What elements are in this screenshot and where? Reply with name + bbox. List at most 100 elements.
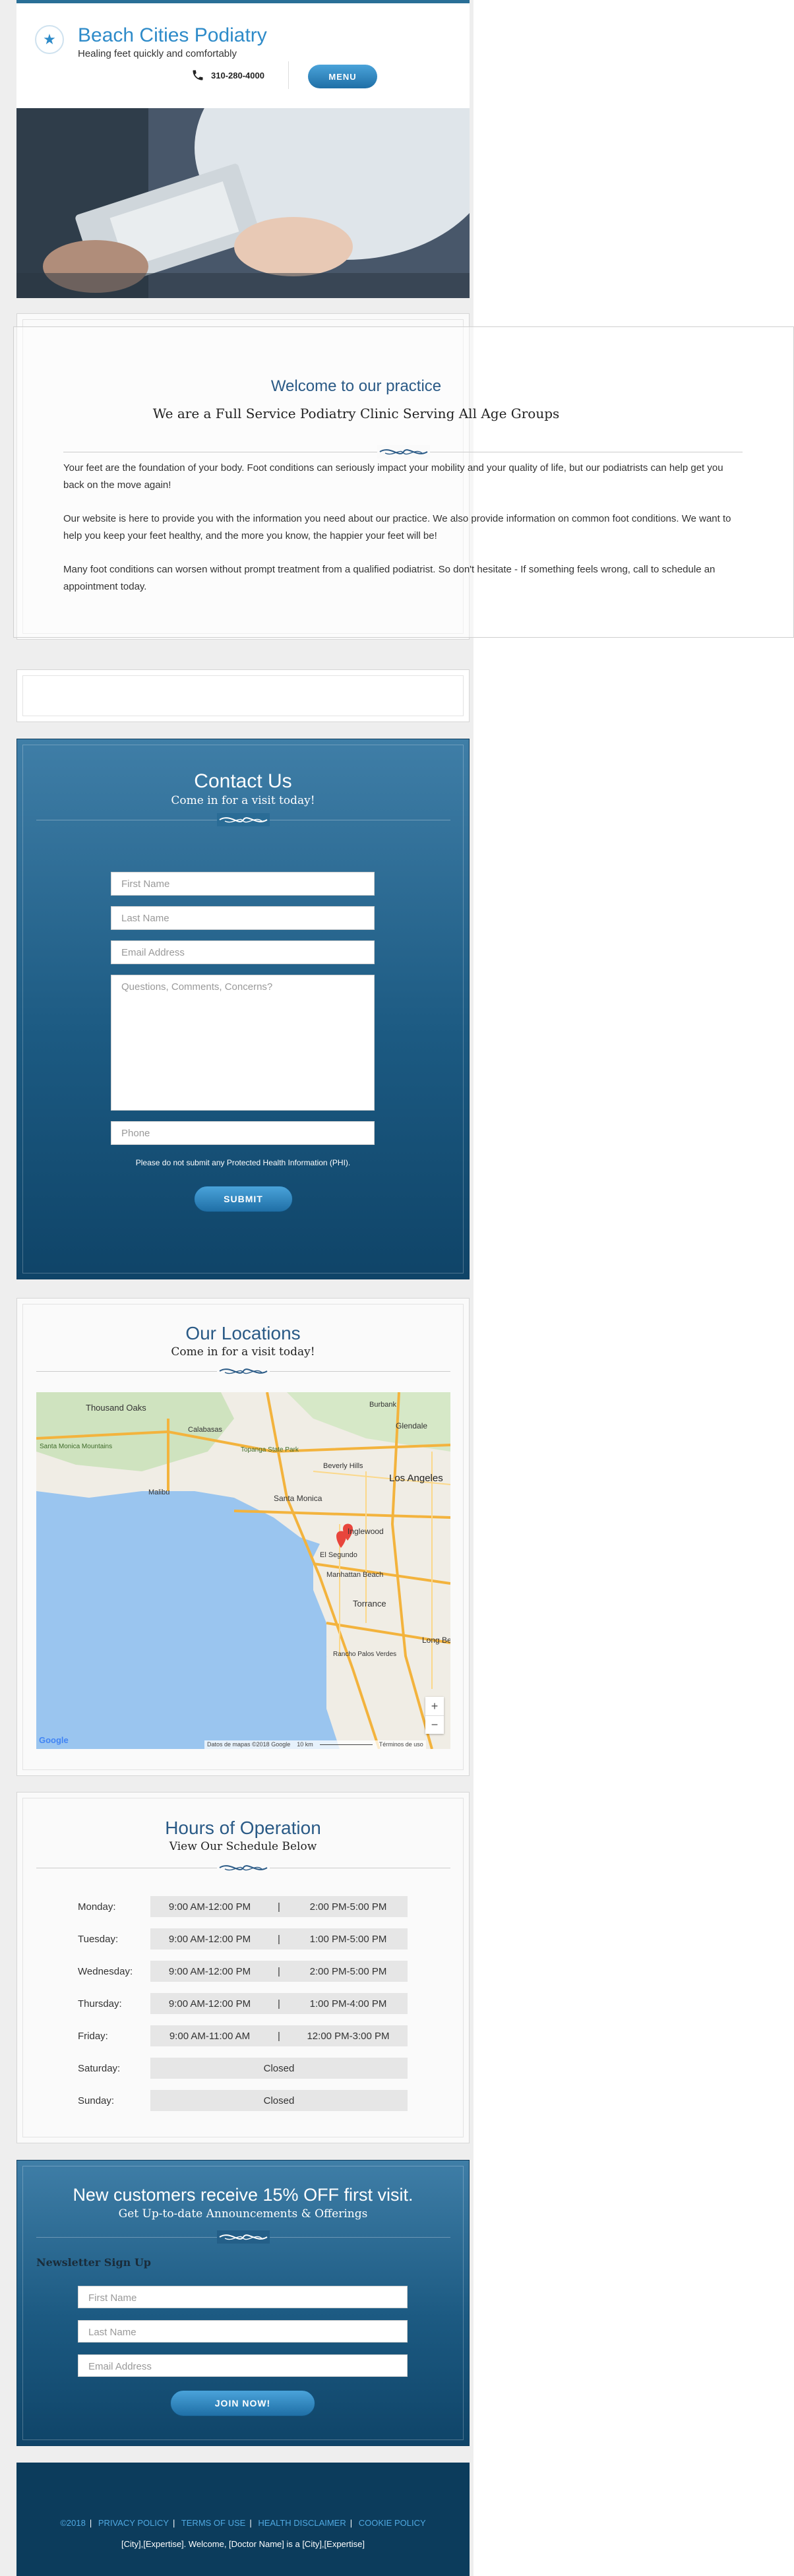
hours-am: 9:00 AM-12:00 PM — [168, 1965, 251, 1977]
site-title[interactable]: Beach Cities Podiatry — [78, 24, 267, 47]
newsletter-last-name-input[interactable]: Last Name — [78, 2320, 408, 2343]
hours-day: Monday: — [78, 1901, 116, 1913]
map-scale: 10 km — [297, 1741, 313, 1748]
phone-link[interactable]: 310-280-4000 — [191, 69, 264, 82]
map-label: El Segundo — [320, 1551, 357, 1559]
hours-day: Thursday: — [78, 1998, 122, 2009]
hours-am: 9:00 AM-12:00 PM — [168, 1901, 251, 1913]
hero-photo-illustration — [16, 108, 470, 298]
hours-separator: | — [278, 1901, 280, 1913]
location-map[interactable]: Thousand Oaks Calabasas Topanga State Pa… — [36, 1392, 450, 1749]
hours-pm: 1:00 PM-4:00 PM — [309, 1998, 387, 2009]
hours-pm: 2:00 PM-5:00 PM — [309, 1901, 387, 1913]
hours-day: Tuesday: — [78, 1934, 119, 1945]
welcome-paragraph-1: Your feet are the foundation of your bod… — [63, 462, 723, 491]
hours-pm: 2:00 PM-5:00 PM — [309, 1965, 387, 1977]
hours-row-thursday: 9:00 AM-12:00 PM | 1:00 PM-4:00 PM — [150, 1993, 408, 2014]
google-logo[interactable]: Google — [39, 1735, 69, 1745]
phi-notice: Please do not submit any Protected Healt… — [135, 1158, 351, 1167]
map-label: Rancho Palos Verdes — [333, 1651, 396, 1658]
hours-am: 9:00 AM-11:00 AM — [169, 2030, 251, 2042]
ornament-divider-icon — [217, 2230, 270, 2244]
map-label: Topanga State Park — [241, 1446, 299, 1454]
hours-separator: | — [278, 1998, 280, 2009]
map-attribution-bar: Datos de mapas ©2018 Google 10 km Términ… — [204, 1740, 426, 1749]
ornament-divider-icon — [377, 445, 430, 458]
last-name-input[interactable]: Last Name — [111, 906, 375, 930]
newsletter-first-name-input[interactable]: First Name — [78, 2286, 408, 2308]
map-label: Glendale — [396, 1421, 427, 1430]
locations-subtitle: Come in for a visit today! — [171, 1345, 315, 1359]
map-label: Manhattan Beach — [326, 1571, 383, 1579]
menu-button[interactable]: MENU — [308, 65, 377, 88]
map-zoom-controls: + − — [425, 1697, 444, 1734]
newsletter-label: Newsletter Sign Up — [36, 2256, 151, 2269]
zoom-in-button[interactable]: + — [425, 1697, 444, 1715]
hero-image — [16, 108, 470, 298]
first-name-input[interactable]: First Name — [111, 872, 375, 896]
locations-title: Our Locations — [185, 1323, 301, 1343]
map-label: Santa Monica — [274, 1494, 322, 1503]
hours-separator: | — [278, 2030, 280, 2042]
hours-row-wednesday: 9:00 AM-12:00 PM | 2:00 PM-5:00 PM — [150, 1961, 408, 1982]
join-now-button[interactable]: JOIN NOW! — [170, 2390, 315, 2416]
hours-day: Wednesday: — [78, 1966, 133, 1977]
phone-number[interactable]: 310-280-4000 — [211, 71, 264, 80]
hours-subtitle: View Our Schedule Below — [169, 1840, 317, 1853]
map-label: Torrance — [353, 1599, 386, 1609]
map-scale-bar — [319, 1740, 373, 1745]
map-label: Burbank — [369, 1401, 396, 1409]
hours-am: 9:00 AM-12:00 PM — [168, 1998, 251, 2009]
newsletter-title: New customers receive 15% OFF first visi… — [73, 2185, 413, 2205]
email-input[interactable]: Email Address — [111, 940, 375, 964]
footer-copyright: ©2018 — [60, 2518, 86, 2528]
newsletter-email-input[interactable]: Email Address — [78, 2354, 408, 2377]
welcome-title: Welcome to our practice — [270, 377, 442, 395]
hours-row-saturday: Closed — [150, 2058, 408, 2079]
hours-day: Saturday: — [78, 2063, 121, 2074]
hours-row-tuesday: 9:00 AM-12:00 PM | 1:00 PM-5:00 PM — [150, 1928, 408, 1949]
ornament-divider-icon — [217, 1365, 270, 1378]
welcome-subtitle: We are a Full Service Podiatry Clinic Se… — [152, 406, 560, 421]
map-graphic[interactable]: Thousand Oaks Calabasas Topanga State Pa… — [36, 1392, 450, 1749]
hours-row-friday: 9:00 AM-11:00 AM | 12:00 PM-3:00 PM — [150, 2025, 408, 2046]
map-attribution: Datos de mapas ©2018 Google — [207, 1741, 291, 1748]
footer-link-health-disclaimer[interactable]: HEALTH DISCLAIMER — [258, 2518, 346, 2528]
hours-pm: 1:00 PM-5:00 PM — [309, 1933, 387, 1945]
map-label: Santa Monica Mountains — [40, 1443, 112, 1450]
hours-closed: Closed — [263, 2062, 295, 2074]
empty-card — [16, 669, 470, 722]
zoom-out-button[interactable]: − — [425, 1715, 444, 1734]
newsletter-subtitle: Get Up-to-date Announcements & Offerings — [118, 2207, 368, 2221]
contact-subtitle: Come in for a visit today! — [171, 794, 315, 807]
ornament-divider-icon — [217, 1861, 270, 1874]
hours-day: Sunday: — [78, 2095, 115, 2106]
footer-link-terms[interactable]: TERMS OF USE — [181, 2518, 246, 2528]
map-label: Malibu — [148, 1488, 169, 1496]
hours-am: 9:00 AM-12:00 PM — [168, 1933, 251, 1945]
hours-pm: 12:00 PM-3:00 PM — [307, 2030, 390, 2042]
site-header: ★ Beach Cities Podiatry Healing feet qui… — [16, 0, 470, 108]
welcome-paragraph-3: Many foot conditions can worsen without … — [63, 564, 716, 592]
map-label: Beverly Hills — [323, 1462, 363, 1470]
map-terms-link[interactable]: Términos de uso — [379, 1740, 423, 1749]
map-label: Inglewood — [348, 1527, 384, 1536]
header-divider — [288, 61, 289, 89]
hours-separator: | — [278, 1965, 280, 1977]
map-label: Los Angeles — [389, 1473, 443, 1484]
hours-title: Hours of Operation — [165, 1818, 321, 1838]
comments-textarea[interactable]: Questions, Comments, Concerns? — [111, 975, 375, 1111]
phone-icon — [193, 70, 203, 80]
submit-button[interactable]: SUBMIT — [194, 1186, 293, 1212]
hours-separator: | — [278, 1933, 280, 1945]
ornament-divider-icon — [217, 813, 270, 826]
map-label: Thousand Oaks — [86, 1403, 146, 1413]
hours-closed: Closed — [263, 2095, 295, 2106]
welcome-paragraph-2: Our website is here to provide you with … — [63, 513, 731, 541]
phone-input[interactable]: Phone — [111, 1121, 375, 1145]
map-label: Calabasas — [188, 1426, 222, 1434]
footer-note: [City],[Expertise]. Welcome, [Doctor Nam… — [121, 2539, 365, 2549]
star-logo-icon[interactable]: ★ — [35, 25, 64, 54]
footer-link-cookie-policy[interactable]: COOKIE POLICY — [359, 2518, 426, 2528]
footer-link-privacy[interactable]: PRIVACY POLICY — [98, 2518, 169, 2528]
